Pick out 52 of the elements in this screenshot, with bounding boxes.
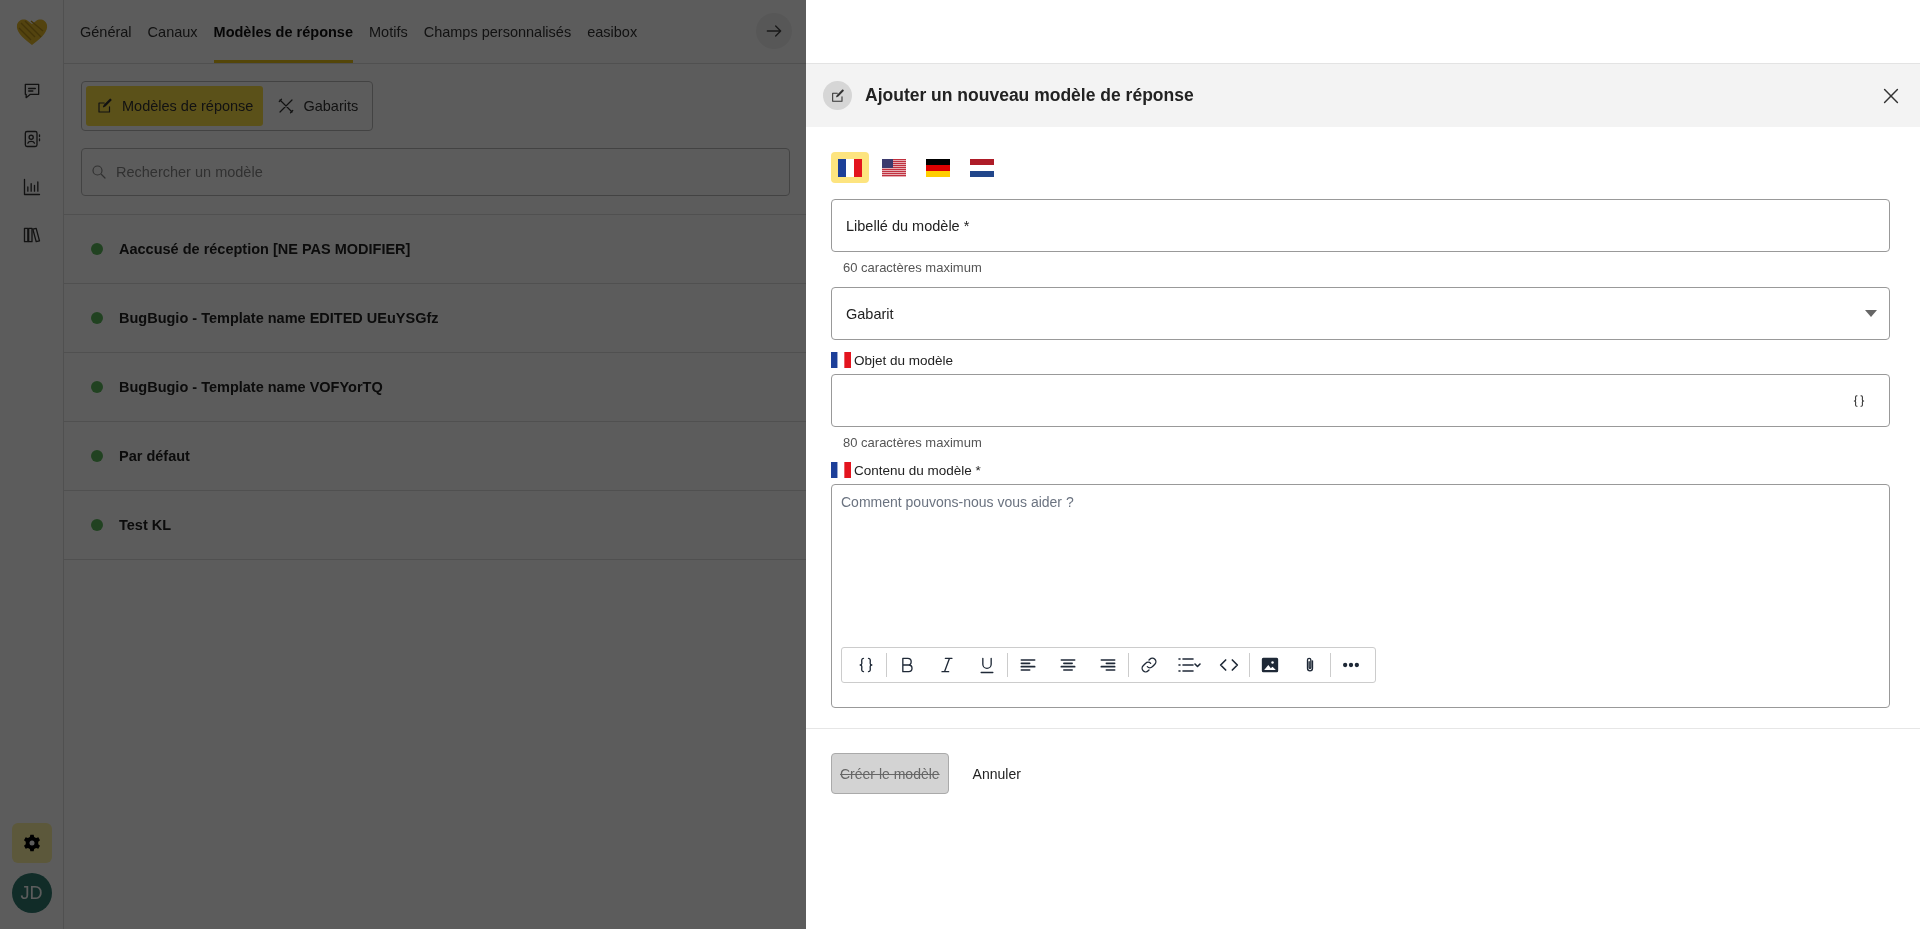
editor-placeholder: Comment pouvons-nous vous aider ? [840,493,1075,512]
nav-tab[interactable]: Motifs [369,0,408,63]
braces-icon [1851,392,1867,409]
helper-text: 80 caractères maximum [843,435,983,450]
edit-icon [829,87,846,104]
helper-text: 60 caractères maximum [843,260,983,275]
books-icon [21,225,42,245]
field-label: Contenu du modèle * [854,462,981,478]
template-name: BugBugio - Template name VOFYorTQ [119,379,383,395]
segment-tab[interactable]: Gabarits [267,86,369,126]
settings-icon [21,833,42,853]
variable-button[interactable] [1851,392,1867,409]
edit-icon [96,97,114,115]
template-row[interactable]: Par défaut [64,422,806,491]
template-name: Par défaut [119,448,190,464]
settings-nav-button[interactable] [11,823,52,863]
template-row[interactable]: BugBugio - Template name VOFYorTQ [64,353,806,422]
template-name: Aaccusé de réception [NE PAS MODIFIER] [119,241,411,257]
template-row[interactable]: BugBugio - Template name EDITED UEuYSGfz [64,284,806,353]
image-icon [1260,655,1280,675]
language-tab[interactable] [831,152,869,183]
nav-tab[interactable]: Canaux [147,0,198,63]
user-avatar[interactable]: JD [11,873,52,913]
bar-chart-icon [21,177,42,197]
subject-field[interactable] [831,374,1890,427]
title-field[interactable]: Libellé du modèle * [831,199,1890,252]
field-label: Objet du modèle [854,352,954,368]
search-icon [90,163,108,181]
template-row[interactable]: Test KL [64,491,806,560]
field-label: Libellé du modèle * [846,217,970,234]
tools-icon [277,97,296,115]
flag-icon [926,158,950,177]
segment-label: Modèles de réponse [122,98,254,114]
content-editor[interactable]: Comment pouvons-nous vous aider ? [831,484,1890,708]
cancel-button[interactable]: Annuler [960,753,1033,794]
nav-tab[interactable]: easibox [587,0,638,63]
flag-icon [970,158,994,177]
template-name: Test KL [119,517,172,533]
template-select[interactable]: Gabarit [831,287,1890,340]
drawer-title: Ajouter un nouveau modèle de réponse [865,85,1195,106]
segment-tab[interactable]: Modèles de réponse [86,86,264,126]
flag-icon [838,158,862,177]
nav-tab[interactable]: Champs personnalisés [423,0,572,63]
template-name: BugBugio - Template name EDITED UEuYSGfz [119,310,439,326]
template-row[interactable]: Aaccusé de réception [NE PAS MODIFIER] [64,215,806,284]
flag-icon [882,158,906,177]
nav-tab[interactable]: Modèles de réponse [213,0,353,63]
dropdown-caret-icon [1865,310,1877,317]
segment-label: Gabarits [303,98,359,114]
nav-tab[interactable]: Général [80,0,132,63]
select-label: Gabarit [846,305,894,322]
link-icon [1139,655,1159,675]
